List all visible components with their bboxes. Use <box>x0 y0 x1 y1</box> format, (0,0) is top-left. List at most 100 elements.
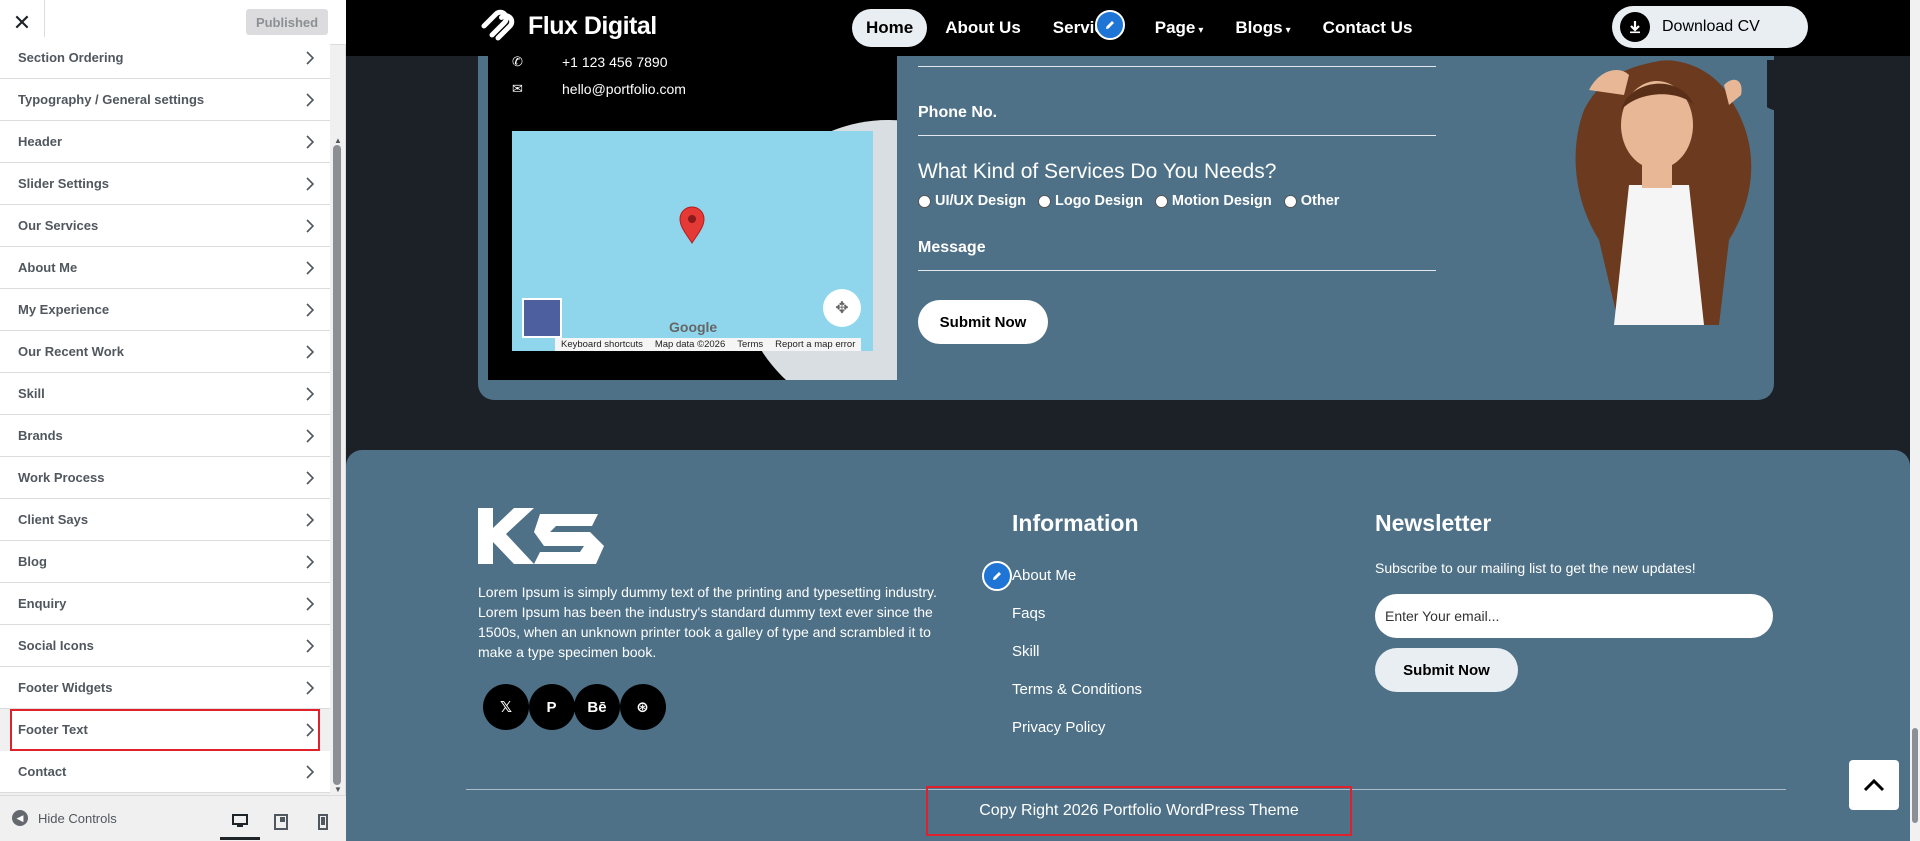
sidebar-item-typography-general-settings[interactable]: Typography / General settings <box>0 79 330 121</box>
sidebar-item-blog[interactable]: Blog <box>0 541 330 583</box>
nav-item-blogs[interactable]: Blogs ▾ <box>1221 9 1304 47</box>
sidebar-item-footer-widgets[interactable]: Footer Widgets <box>0 667 330 709</box>
customizer-section-list: Section Ordering Typography / General set… <box>0 37 330 793</box>
sidebar-item-label: Footer Text <box>18 722 88 737</box>
service-radio-ui-ux-design[interactable]: UI/UX Design <box>918 193 1026 209</box>
sidebar-item-my-experience[interactable]: My Experience <box>0 289 330 331</box>
sidebar-item-brands[interactable]: Brands <box>0 415 330 457</box>
services-question: What Kind of Services Do You Needs? <box>918 160 1277 183</box>
sidebar-item-footer-text[interactable]: Footer Text <box>10 709 320 751</box>
sidebar-item-section-ordering[interactable]: Section Ordering <box>0 37 330 79</box>
footer-link-about-me[interactable]: About Me <box>1012 567 1076 584</box>
pinterest-icon[interactable]: P <box>528 684 575 730</box>
preview-scrollbar[interactable] <box>1910 0 1920 841</box>
customizer-sidebar: ✕ Published Section Ordering Typography /… <box>0 0 346 841</box>
sidebar-item-header[interactable]: Header <box>0 121 330 163</box>
ks-logo[interactable] <box>478 508 604 564</box>
chevron-right-icon <box>306 667 314 709</box>
newsletter-submit-button[interactable]: Submit Now <box>1375 648 1518 692</box>
message-field[interactable] <box>918 270 1436 271</box>
sidebar-item-label: Enquiry <box>18 596 67 611</box>
envelope-icon: ✉ <box>512 81 523 96</box>
sidebar-item-label: Our Recent Work <box>18 344 124 359</box>
map-link[interactable]: Terms <box>731 339 769 350</box>
sidebar-item-label: Slider Settings <box>18 176 110 191</box>
sidebar-item-work-process[interactable]: Work Process <box>0 457 330 499</box>
back-to-top-button[interactable] <box>1849 760 1899 810</box>
footer-link-terms-conditions[interactable]: Terms & Conditions <box>1012 681 1142 698</box>
chevron-right-icon <box>306 751 314 793</box>
profile-photo <box>1529 50 1767 325</box>
chevron-right-icon <box>306 205 314 247</box>
service-radio-other[interactable]: Other <box>1283 193 1339 209</box>
edit-pencil-icon[interactable] <box>1095 10 1125 40</box>
sidebar-item-skill[interactable]: Skill <box>0 373 330 415</box>
sidebar-item-our-services[interactable]: Our Services <box>0 205 330 247</box>
sidebar-item-label: Typography / General settings <box>18 92 205 107</box>
map-satellite-toggle[interactable] <box>522 298 562 338</box>
dribbble-icon[interactable]: ⊛ <box>619 684 666 730</box>
sidebar-item-label: Footer Widgets <box>18 680 113 695</box>
nav-item-about-us[interactable]: About Us <box>931 9 1035 47</box>
hide-controls-label: Hide Controls <box>38 810 117 826</box>
sidebar-item-enquiry[interactable]: Enquiry <box>0 583 330 625</box>
footer-link-privacy-policy[interactable]: Privacy Policy <box>1012 719 1105 736</box>
message-field-label[interactable]: Message <box>918 239 986 257</box>
sidebar-item-client-says[interactable]: Client Says <box>0 499 330 541</box>
radio-button[interactable] <box>1154 194 1168 208</box>
download-cv-button[interactable]: Download CV <box>1612 6 1808 48</box>
site-preview: Flux Digital Home About Us Services Page ▾ Bl… <box>346 0 1920 841</box>
hide-controls-button[interactable]: ◀ Hide Controls <box>12 810 117 826</box>
nav-item-home[interactable]: Home <box>852 9 928 47</box>
name-field-underline[interactable] <box>918 66 1436 67</box>
edit-pencil-icon[interactable] <box>982 561 1012 591</box>
sidebar-scroll-thumb[interactable] <box>333 145 341 785</box>
map-camera-control-icon[interactable]: ✥ <box>823 289 861 327</box>
map-link[interactable]: Report a map error <box>769 339 861 350</box>
sidebar-item-about-me[interactable]: About Me <box>0 247 330 289</box>
contact-submit-button[interactable]: Submit Now <box>918 300 1048 344</box>
device-desktop-button[interactable] <box>220 804 260 840</box>
device-tablet-button[interactable] <box>261 804 301 840</box>
preview-scroll-thumb[interactable] <box>1912 728 1918 823</box>
sidebar-item-label: My Experience <box>18 302 110 317</box>
map-link[interactable]: Keyboard shortcuts <box>555 339 649 350</box>
x-icon[interactable]: 𝕏 <box>483 684 529 730</box>
google-map[interactable]: ✥ Google Keyboard shortcuts Map data ©20… <box>512 131 873 351</box>
radio-button[interactable] <box>1283 194 1297 208</box>
map-pin-icon[interactable] <box>678 206 706 244</box>
sidebar-item-label: Skill <box>18 386 45 401</box>
download-cv-label: Download CV <box>1662 18 1760 35</box>
sidebar-item-contact[interactable]: Contact <box>0 751 330 793</box>
newsletter-email-input[interactable]: Enter Your email... <box>1375 594 1773 638</box>
service-radio-logo-design[interactable]: Logo Design <box>1038 193 1143 209</box>
mobile-icon <box>318 814 328 830</box>
map-attribution-bar: Keyboard shortcuts Map data ©2026 Terms … <box>555 338 862 351</box>
sidebar-item-label: Section Ordering <box>18 50 124 65</box>
sidebar-item-slider-settings[interactable]: Slider Settings <box>0 163 330 205</box>
device-mobile-button[interactable] <box>303 804 343 840</box>
chevron-right-icon <box>306 331 314 373</box>
chevron-right-icon <box>306 37 314 79</box>
radio-button[interactable] <box>918 194 931 208</box>
radio-button[interactable] <box>1038 194 1052 208</box>
phone-field-label[interactable]: Phone No. <box>918 104 997 122</box>
sidebar-item-our-recent-work[interactable]: Our Recent Work <box>0 331 330 373</box>
nav-item-label: Page <box>1154 18 1196 37</box>
published-button[interactable]: Published <box>246 9 328 35</box>
footer-link-faqs[interactable]: Faqs <box>1012 605 1045 622</box>
service-options: UI/UX Design Logo Design Motion Design Othe… <box>918 193 1351 209</box>
service-radio-motion-design[interactable]: Motion Design <box>1154 193 1272 209</box>
scroll-up-arrow-icon[interactable]: ▲ <box>334 136 342 145</box>
scroll-down-arrow-icon[interactable]: ▼ <box>334 785 342 794</box>
behance-icon[interactable]: Bē <box>574 684 620 730</box>
copyright-text: Copy Right 2026 Portfolio WordPress Them… <box>926 786 1352 836</box>
nav-item-page[interactable]: Page ▾ <box>1141 9 1218 47</box>
chevron-right-icon <box>306 457 314 499</box>
footer-link-skill[interactable]: Skill <box>1012 643 1040 660</box>
phone-field[interactable] <box>918 135 1436 136</box>
brand-logo[interactable]: Flux Digital <box>478 4 657 48</box>
sidebar-item-social-icons[interactable]: Social Icons <box>0 625 330 667</box>
nav-item-contact-us[interactable]: Contact Us <box>1309 9 1427 47</box>
sidebar-item-label: Blog <box>18 554 47 569</box>
